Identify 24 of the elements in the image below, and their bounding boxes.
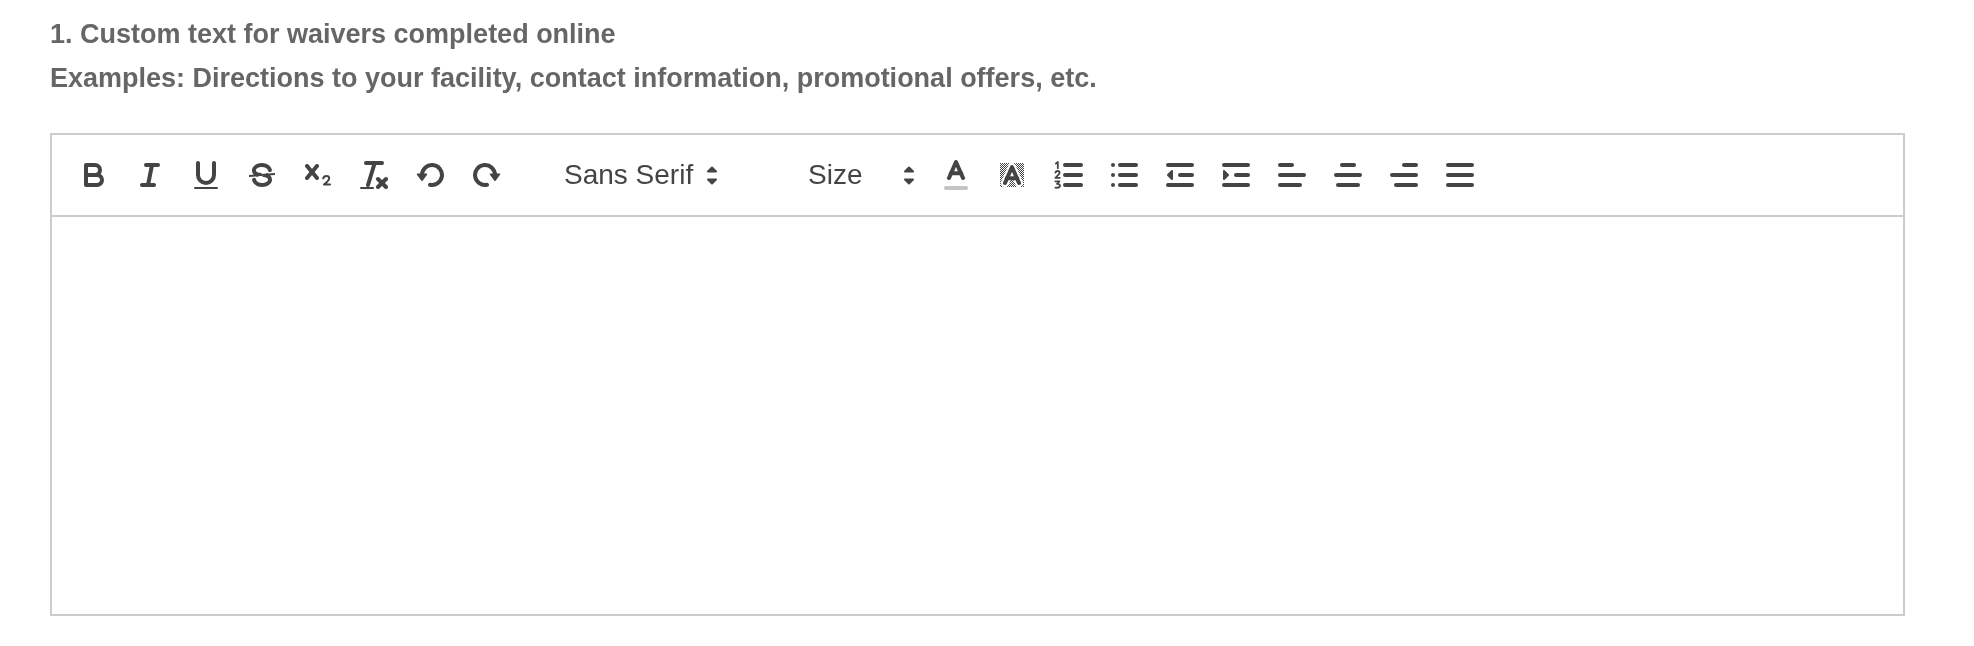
outdent-icon [1166,163,1194,187]
font-picker[interactable]: Sans Serif [548,151,720,199]
subscript-icon [304,164,332,186]
bold-icon [84,163,104,187]
section-hint: Examples: Directions to your facility, contact information, promotional offers, etc. [50,62,1097,95]
align-right-icon [1390,163,1418,187]
up-down-caret-icon [904,165,914,185]
numbered-list-icon [1053,161,1083,189]
align-left-icon [1278,163,1306,187]
underline-icon [194,161,218,189]
italic-icon [140,163,160,187]
redo-icon [471,162,501,188]
text-color-icon [944,160,968,190]
section-title: 1. Custom text for waivers completed online [50,18,616,51]
align-center-icon [1334,163,1362,187]
strikethrough-icon [248,163,276,187]
indent-icon [1222,163,1250,187]
up-down-caret-icon [707,165,717,185]
bullet-list-icon [1110,163,1138,187]
highlight-color-icon [1000,163,1024,187]
clear-formatting-icon [360,161,388,189]
align-justify-icon [1446,163,1474,187]
undo-icon [415,162,445,188]
size-picker[interactable]: Size [794,151,928,199]
